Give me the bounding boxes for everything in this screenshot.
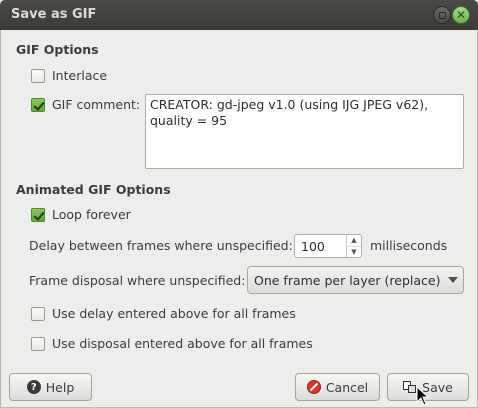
decrement-icon[interactable]: ▼ — [347, 245, 361, 258]
window-title: Save as GIF — [11, 7, 97, 22]
restore-window-button[interactable] — [433, 6, 451, 24]
cancel-label: Cancel — [325, 379, 369, 395]
increment-icon[interactable]: ▲ — [347, 235, 361, 246]
close-window-button[interactable]: ✕ — [452, 6, 470, 24]
help-label: Help — [45, 379, 75, 395]
dialog-body: GIF Options Interlace GIF comment: CREAT… — [0, 30, 478, 408]
restore-icon — [438, 11, 446, 19]
delay-stepper[interactable]: ▲ ▼ — [346, 235, 361, 257]
use-delay-all-checkbox[interactable] — [31, 306, 45, 321]
cancel-icon — [306, 380, 321, 394]
cancel-button[interactable]: Cancel — [295, 373, 380, 401]
loop-forever-checkbox[interactable] — [31, 207, 45, 222]
gif-comment-checkbox[interactable] — [31, 97, 45, 112]
title-bar: Save as GIF ✕ — [0, 0, 478, 30]
gif-comment-textarea[interactable]: CREATOR: gd-jpeg v1.0 (using IJG JPEG v6… — [145, 94, 464, 169]
mouse-cursor-icon — [416, 386, 430, 406]
close-icon: ✕ — [455, 8, 467, 22]
use-disposal-all-label: Use disposal entered above for all frame… — [52, 336, 313, 351]
interlace-label: Interlace — [52, 68, 108, 83]
gif-comment-option[interactable]: GIF comment: — [31, 97, 140, 112]
help-icon: ? — [26, 380, 41, 394]
gif-comment-label: GIF comment: — [52, 97, 141, 112]
delay-spinbutton[interactable]: 100 ▲ ▼ — [294, 234, 362, 258]
frame-disposal-dropdown[interactable]: One frame per layer (replace) — [247, 266, 464, 294]
disposal-label: Frame disposal where unspecified: — [29, 273, 246, 288]
loop-forever-option[interactable]: Loop forever — [31, 207, 131, 222]
use-delay-all-label: Use delay entered above for all frames — [52, 306, 296, 321]
loop-forever-label: Loop forever — [52, 207, 131, 222]
interlace-option[interactable]: Interlace — [31, 68, 107, 83]
delay-value[interactable]: 100 — [295, 235, 346, 257]
frame-disposal-value: One frame per layer (replace) — [254, 272, 441, 288]
use-disposal-all-checkbox[interactable] — [31, 336, 45, 351]
animated-gif-options-heading: Animated GIF Options — [16, 182, 171, 197]
use-disposal-all-option[interactable]: Use disposal entered above for all frame… — [31, 336, 313, 351]
use-delay-all-option[interactable]: Use delay entered above for all frames — [31, 306, 296, 321]
dropdown-arrow-icon — [443, 267, 463, 293]
delay-label: Delay between frames where unspecified: — [29, 238, 293, 253]
delay-unit: milliseconds — [370, 238, 448, 253]
interlace-checkbox[interactable] — [31, 68, 45, 83]
help-button[interactable]: ? Help — [9, 373, 92, 401]
gif-options-heading: GIF Options — [16, 42, 99, 57]
